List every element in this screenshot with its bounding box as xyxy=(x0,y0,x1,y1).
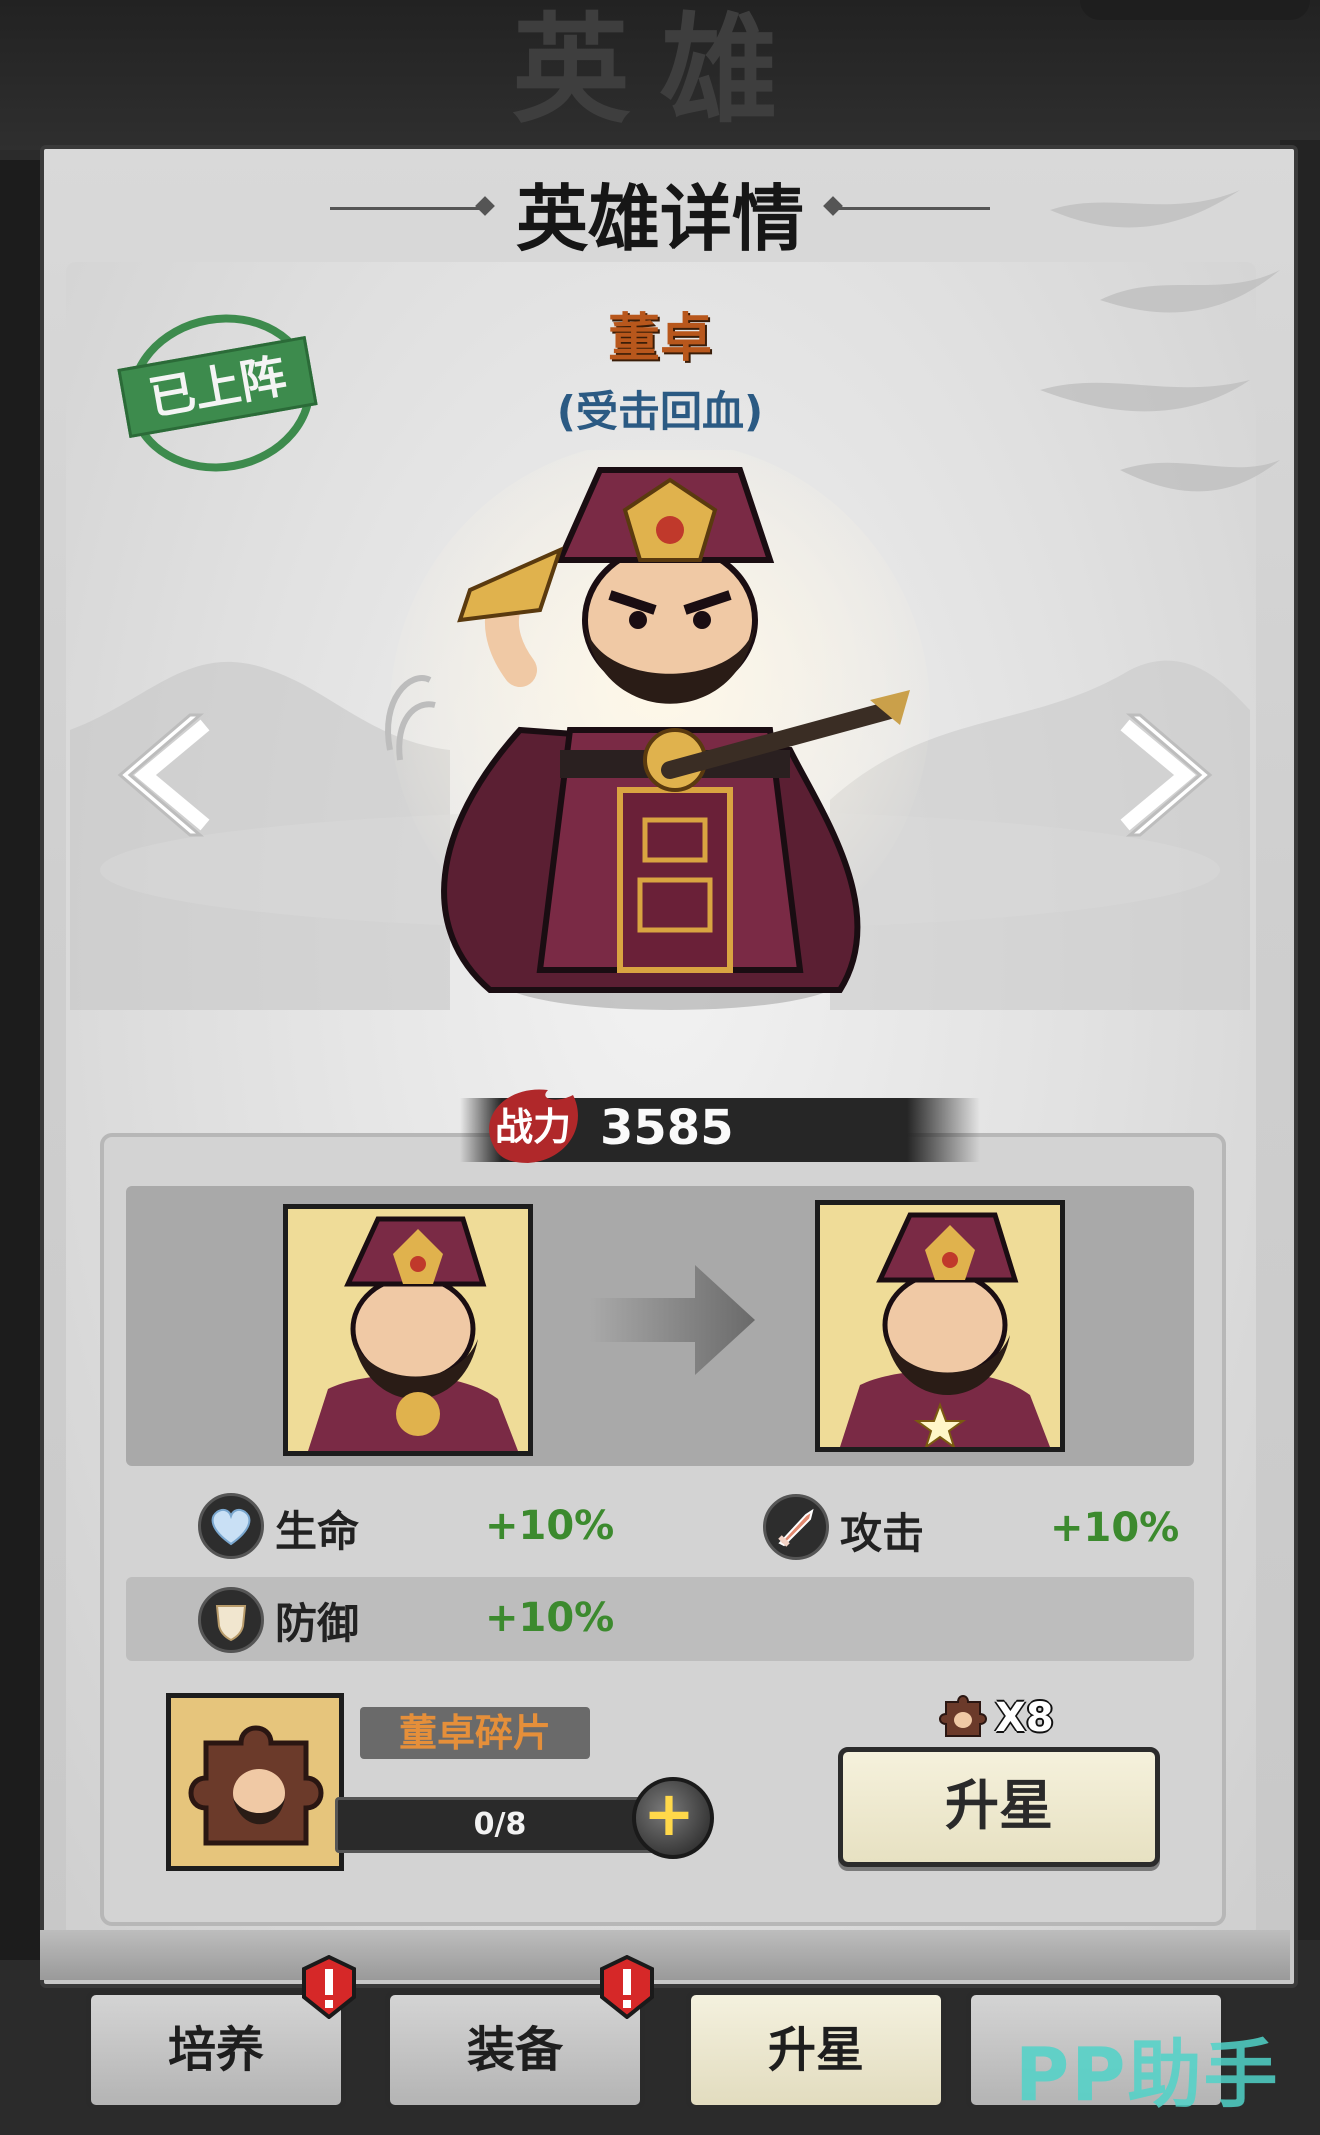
plus-icon[interactable]: + xyxy=(632,1777,706,1851)
power-badge: 战力 xyxy=(489,1089,578,1163)
heart-icon xyxy=(198,1493,264,1559)
hero-portrait-icon xyxy=(385,450,930,1010)
puzzle-piece-icon xyxy=(171,1698,339,1866)
bamboo-decoration xyxy=(1040,190,1280,492)
current-star-portrait xyxy=(283,1204,533,1456)
upgrade-arrow-icon xyxy=(590,1265,755,1375)
previous-hero-arrow[interactable] xyxy=(110,705,210,845)
tab-star-up-label[interactable]: 升星 xyxy=(686,1990,946,2110)
hero-trait: (受击回血) xyxy=(556,387,764,436)
stat-value-defense: +10% xyxy=(485,1595,615,1641)
star-up-button-label[interactable]: 升星 xyxy=(838,1747,1160,1867)
hero-avatar-icon xyxy=(288,1209,528,1451)
stat-label-defense: 防御 xyxy=(275,1599,360,1648)
screen-title: 英雄 xyxy=(511,0,808,139)
stat-value-hp: +10% xyxy=(485,1503,615,1549)
page-heading: 英雄详情 xyxy=(515,177,804,261)
stat-value-attack: +10% xyxy=(1050,1505,1180,1551)
fragment-cost-icon xyxy=(939,1695,987,1737)
card-bottom-edge xyxy=(40,1930,1290,1980)
stat-label-attack: 攻击 xyxy=(840,1509,925,1558)
watermark: PP助手 xyxy=(1015,2032,1280,2118)
next-hero-arrow[interactable] xyxy=(1120,705,1220,845)
power-value: 3585 xyxy=(600,1100,734,1156)
fragment-cost: X8 xyxy=(995,1695,1054,1741)
fragment-count: 0/8 xyxy=(473,1807,527,1842)
stat-label-hp: 生命 xyxy=(275,1507,360,1556)
sword-icon xyxy=(763,1494,829,1560)
shield-icon xyxy=(198,1587,264,1653)
fragment-name: 董卓碎片 xyxy=(398,1711,551,1755)
next-star-portrait xyxy=(815,1200,1065,1452)
power-label: 战力 xyxy=(495,1105,571,1149)
alert-icon xyxy=(302,1955,356,2019)
fragment-item[interactable] xyxy=(166,1693,344,1871)
alert-icon xyxy=(600,1955,654,2019)
hero-avatar-icon xyxy=(820,1205,1060,1450)
top-right-pill xyxy=(1080,0,1310,20)
hero-name: 董卓 xyxy=(607,309,712,369)
